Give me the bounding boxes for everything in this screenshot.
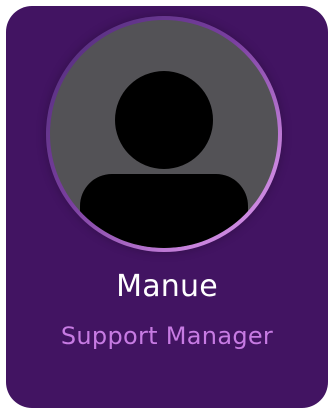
profile-card: Manue Support Manager xyxy=(6,6,328,408)
profile-name: Manue xyxy=(116,269,218,304)
user-silhouette-icon xyxy=(80,71,248,248)
profile-role: Support Manager xyxy=(60,322,274,350)
avatar xyxy=(50,20,278,248)
